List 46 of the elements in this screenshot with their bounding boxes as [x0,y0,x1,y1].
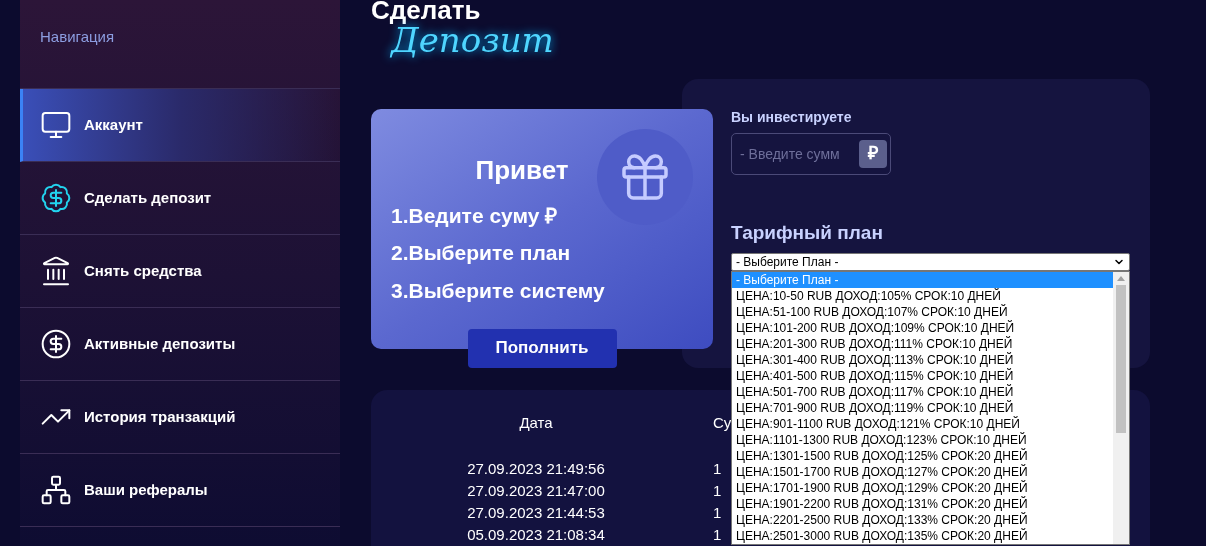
dropdown-option[interactable]: ЦЕНА:201-300 RUB ДОХОД:111% СРОК:10 ДНЕЙ [732,336,1113,352]
dropdown-option[interactable]: ЦЕНА:2201-2500 RUB ДОХОД:133% СРОК:20 ДНЕЙ [732,512,1113,528]
plan-select[interactable]: - Выберите План - [731,253,1130,271]
scroll-up-icon [1117,276,1125,281]
dropdown-option[interactable]: ЦЕНА:51-100 RUB ДОХОД:107% СРОК:10 ДНЕЙ [732,304,1113,320]
people-network-icon [40,474,72,506]
dropdown-option[interactable]: ЦЕНА:401-500 RUB ДОХОД:115% СРОК:10 ДНЕЙ [732,368,1113,384]
nav-item[interactable]: Снять средства [20,235,340,308]
table-cell-text: 27.09.2023 21:49:56 [466,458,606,479]
dropdown-option[interactable]: ЦЕНА:501-700 RUB ДОХОД:117% СРОК:10 ДНЕЙ [732,384,1113,400]
nav-item[interactable]: Аккаунт [20,89,340,162]
dropdown-option[interactable]: ЦЕНА:2501-3000 RUB ДОХОД:135% СРОК:20 ДНЕЙ [732,528,1113,544]
page-title: Сделать [371,0,482,22]
nav-item[interactable]: Активные депозиты [20,308,340,381]
dropdown-option[interactable]: ЦЕНА:301-400 RUB ДОХОД:113% СРОК:10 ДНЕЙ [732,352,1113,368]
dollar-badge-icon [40,182,72,214]
amount-label: Вы инвестируете [731,107,853,127]
column-header: Су [713,412,732,433]
bank-icon [40,255,72,287]
dollar-circle-icon [40,328,72,360]
dropdown-option[interactable]: ЦЕНА:1901-2200 RUB ДОХОД:131% СРОК:20 ДНЕЙ [732,496,1113,512]
scrollbar[interactable] [1113,272,1129,544]
dropdown-option[interactable]: ЦЕНА:1701-1900 RUB ДОХОД:129% СРОК:20 ДНЕЙ [732,480,1113,496]
dropdown-option[interactable]: ЦЕНА:101-200 RUB ДОХОД:109% СРОК:10 ДНЕЙ [732,320,1113,336]
top-up-button[interactable]: Пополнить [467,328,617,368]
dropdown-option[interactable]: ЦЕНА:10-50 RUB ДОХОД:105% СРОК:10 ДНЕЙ [732,288,1113,304]
table-cell-text: 27.09.2023 21:44:53 [466,502,606,523]
table-cell-text: 1 [713,502,722,523]
column-header: Дата [518,412,554,433]
table-cell-text: 05.09.2023 21:08:34 [466,524,606,545]
dropdown-option[interactable]: ЦЕНА:1501-1700 RUB ДОХОД:127% СРОК:20 ДНЕЙ [732,464,1113,480]
table-cell-text: 1 [713,458,722,479]
dropdown-option[interactable]: ЦЕНА:701-900 RUB ДОХОД:119% СРОК:10 ДНЕЙ [732,400,1113,416]
nav-item[interactable]: Ваши рефералы [20,454,340,527]
sidebar-heading: Навигация [40,26,115,47]
currency-badge: ₽ [859,139,887,168]
monitor-icon [40,109,72,141]
table-cell-text: 1 [713,524,722,545]
dropdown-option[interactable]: ЦЕНА:1101-1300 RUB ДОХОД:123% СРОК:10 ДНЕЙ [732,432,1113,448]
dropdown-option[interactable]: ЦЕНА:901-1100 RUB ДОХОД:121% СРОК:10 ДНЕЙ [732,416,1113,432]
table-cell-text: 1 [713,480,722,501]
nav-item[interactable]: Сделать депозит [20,162,340,235]
dropdown-option[interactable]: ЦЕНА:1301-1500 RUB ДОХОД:125% СРОК:20 ДНЕЙ [732,448,1113,464]
table-cell-text: 27.09.2023 21:47:00 [466,480,606,501]
plan-label: Тарифный план [731,220,884,245]
nav-item[interactable]: История транзакций [20,381,340,454]
